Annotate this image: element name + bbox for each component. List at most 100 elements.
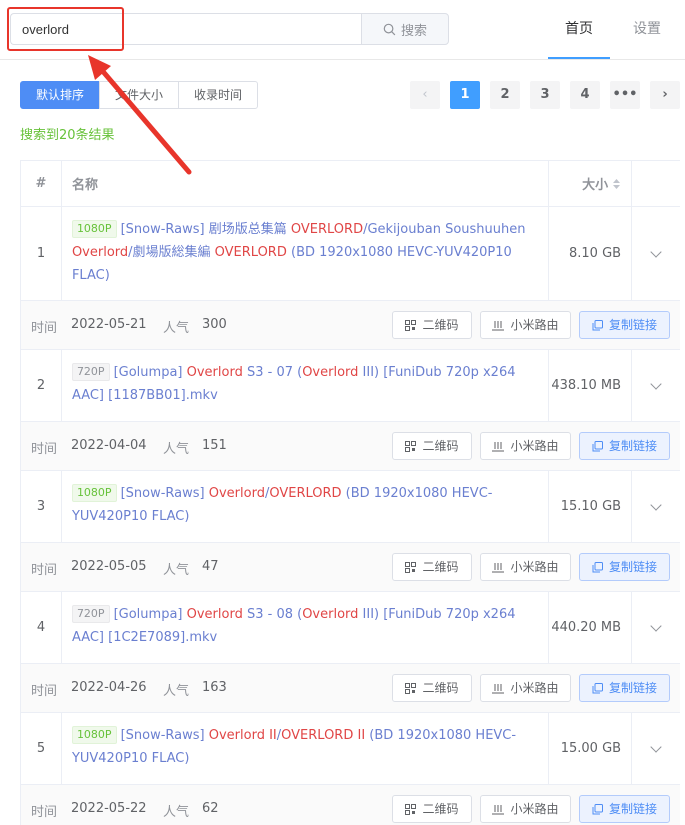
- chevron-down-icon: [650, 245, 662, 258]
- router-icon: [492, 562, 505, 572]
- router-label: 小米路由: [510, 439, 559, 453]
- router-label: 小米路由: [510, 681, 559, 695]
- header-name: 名称: [62, 161, 550, 206]
- time-label: 时间: [31, 442, 58, 457]
- table-row[interactable]: 3 1080P [Snow-Raws] Overlord/OVERLORD (BD …: [21, 471, 680, 543]
- title-text: /劇場版総集編: [128, 245, 215, 260]
- resolution-tag: 1080P: [71, 220, 117, 238]
- search-icon: [383, 23, 396, 35]
- pager-page-1[interactable]: 1: [450, 81, 480, 109]
- time-label: 时间: [31, 805, 58, 820]
- table-row[interactable]: 5 1080P [Snow-Raws] Overlord II/OVERLORD I…: [21, 713, 680, 785]
- router-icon: [492, 320, 505, 330]
- popularity-label: 人气: [163, 805, 190, 820]
- pager-page-3[interactable]: 3: [530, 81, 560, 109]
- result-count: 搜索到20条结果: [20, 128, 115, 143]
- row-title[interactable]: 720P [Golumpa] Overlord S3 - 08 (Overlord…: [62, 592, 550, 663]
- row-expand-button[interactable]: [632, 207, 680, 300]
- qr-code-button[interactable]: 二维码: [392, 432, 472, 460]
- row-expand-button[interactable]: [632, 471, 680, 542]
- nav-settings[interactable]: 设置: [618, 0, 676, 59]
- router-button[interactable]: 小米路由: [480, 553, 571, 581]
- resolution-tag: 1080P: [71, 726, 117, 744]
- copy-icon: [592, 803, 603, 814]
- title-keyword: OVERLORD II: [281, 728, 366, 743]
- row-title[interactable]: 1080P [Snow-Raws] Overlord/OVERLORD (BD 1…: [62, 471, 550, 542]
- qr-code-button[interactable]: 二维码: [392, 553, 472, 581]
- row-meta: 时间 2022-05-21 人气 300 二维码 小米路由 复制链接: [21, 301, 680, 350]
- title-text: [Snow-Raws]: [120, 728, 209, 743]
- router-button[interactable]: 小米路由: [480, 795, 571, 823]
- row-index: 4: [21, 592, 62, 663]
- popularity-label: 人气: [163, 563, 190, 578]
- table-row[interactable]: 1 1080P [Snow-Raws] 剧场版总集篇 OVERLORD/Gekijo…: [21, 207, 680, 301]
- title-keyword: OVERLORD: [290, 222, 364, 237]
- pager-page-4[interactable]: 4: [570, 81, 600, 109]
- router-icon: [492, 683, 505, 693]
- sort-default-button[interactable]: 默认排序: [20, 81, 101, 109]
- title-keyword: Overlord: [71, 245, 129, 260]
- chevron-down-icon: [650, 619, 662, 632]
- title-keyword: OVERLORD: [269, 486, 342, 501]
- qr-code-label: 二维码: [422, 318, 459, 332]
- popularity-label: 人气: [163, 684, 190, 699]
- row-title[interactable]: 1080P [Snow-Raws] 剧场版总集篇 OVERLORD/Gekijou…: [62, 207, 550, 300]
- row-title[interactable]: 720P [Golumpa] Overlord S3 - 07 (Overlord…: [62, 350, 550, 421]
- row-size: 8.10 GB: [549, 207, 633, 300]
- row-title[interactable]: 1080P [Snow-Raws] Overlord II/OVERLORD II…: [62, 713, 550, 784]
- header-size[interactable]: 大小: [549, 161, 633, 206]
- router-button[interactable]: 小米路由: [480, 311, 571, 339]
- copy-link-label: 复制链接: [608, 318, 657, 332]
- chevron-left-icon: ‹: [422, 87, 428, 102]
- qr-code-button[interactable]: 二维码: [392, 311, 472, 339]
- copy-link-label: 复制链接: [608, 560, 657, 574]
- resolution-tag: 1080P: [71, 484, 117, 502]
- row-popularity: 47: [202, 559, 219, 574]
- qr-code-button[interactable]: 二维码: [392, 674, 472, 702]
- qr-code-button[interactable]: 二维码: [392, 795, 472, 823]
- qr-code-icon: [405, 682, 417, 694]
- router-button[interactable]: 小米路由: [480, 674, 571, 702]
- copy-link-button[interactable]: 复制链接: [579, 432, 670, 460]
- table-row[interactable]: 2 720P [Golumpa] Overlord S3 - 07 (Overlor…: [21, 350, 680, 422]
- copy-link-button[interactable]: 复制链接: [579, 795, 670, 823]
- sort-size-button[interactable]: 文件大小: [99, 81, 180, 109]
- sort-caret-icon: [613, 178, 621, 189]
- pager-prev-button[interactable]: ‹: [410, 81, 440, 109]
- copy-link-button[interactable]: 复制链接: [579, 553, 670, 581]
- title-text: /Gekijouban Soushuuhen: [363, 222, 526, 237]
- title-text: [Golumpa]: [113, 365, 187, 380]
- copy-link-label: 复制链接: [608, 439, 657, 453]
- pager-more[interactable]: •••: [610, 81, 640, 109]
- title-keyword: Overlord: [208, 486, 265, 501]
- pager-next-button[interactable]: ›: [650, 81, 680, 109]
- qr-code-label: 二维码: [422, 681, 459, 695]
- row-expand-button[interactable]: [632, 350, 680, 421]
- qr-code-icon: [405, 319, 417, 331]
- router-icon: [492, 804, 505, 814]
- router-label: 小米路由: [510, 560, 559, 574]
- resolution-tag: 720P: [71, 363, 110, 381]
- search-button[interactable]: 搜索: [361, 13, 449, 45]
- sort-date-button[interactable]: 收录时间: [178, 81, 259, 109]
- search-button-label: 搜索: [400, 23, 427, 39]
- header-size-label: 大小: [582, 178, 609, 193]
- search-input[interactable]: [10, 13, 362, 45]
- row-popularity: 163: [202, 680, 227, 695]
- qr-code-label: 二维码: [422, 560, 459, 574]
- router-button[interactable]: 小米路由: [480, 432, 571, 460]
- nav-home[interactable]: 首页: [548, 0, 610, 59]
- copy-link-button[interactable]: 复制链接: [579, 674, 670, 702]
- copy-link-button[interactable]: 复制链接: [579, 311, 670, 339]
- row-expand-button[interactable]: [632, 713, 680, 784]
- row-meta: 时间 2022-04-26 人气 163 二维码 小米路由 复制链接: [21, 664, 680, 713]
- qr-code-label: 二维码: [422, 802, 459, 816]
- pager-page-2[interactable]: 2: [490, 81, 520, 109]
- router-icon: [492, 441, 505, 451]
- row-expand-button[interactable]: [632, 592, 680, 663]
- copy-link-label: 复制链接: [608, 681, 657, 695]
- row-popularity: 300: [202, 317, 227, 332]
- table-row[interactable]: 4 720P [Golumpa] Overlord S3 - 08 (Overlor…: [21, 592, 680, 664]
- row-meta: 时间 2022-05-22 人气 62 二维码 小米路由 复制链接: [21, 785, 680, 825]
- row-date: 2022-04-26: [71, 680, 147, 695]
